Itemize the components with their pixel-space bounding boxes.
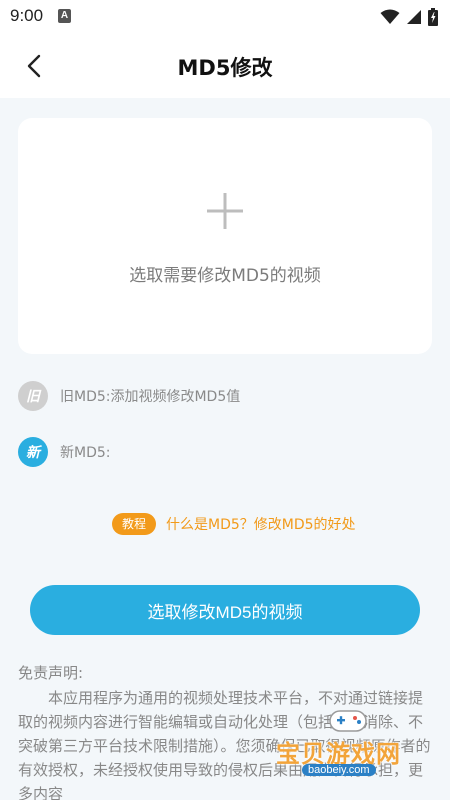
tutorial-link-text[interactable]: 什么是MD5？修改MD5的好处 <box>166 514 356 534</box>
select-video-card[interactable]: 选取需要修改MD5的视频 <box>18 118 432 354</box>
tutorial-badge: 教程 <box>112 513 157 535</box>
tutorial-link[interactable]: 教程 什么是MD5？修改MD5的好处 <box>112 513 356 535</box>
select-video-button[interactable]: 选取修改MD5的视频 <box>30 585 420 635</box>
status-icons <box>380 7 438 27</box>
new-md5-row: 新 新MD5: <box>18 437 110 467</box>
battery-icon <box>428 8 438 26</box>
status-bar: 9:00 A <box>0 0 450 34</box>
disclaimer-title: 免责声明: <box>18 664 84 682</box>
old-md5-badge: 旧 <box>18 381 48 411</box>
old-md5-text: 旧MD5:添加视频修改MD5值 <box>60 389 241 405</box>
plus-icon <box>207 193 243 229</box>
notification-icon: A <box>58 9 71 23</box>
select-video-label: 选取需要修改MD5的视频 <box>129 266 321 286</box>
watermark: 宝贝游戏网 baobeiy.com <box>272 700 422 785</box>
new-md5-badge: 新 <box>18 437 48 467</box>
new-md5-text: 新MD5: <box>60 445 111 461</box>
gamepad-icon <box>329 710 367 732</box>
status-time: 9:00 <box>10 6 44 25</box>
app-header: MD5修改 <box>0 34 450 98</box>
wifi-icon <box>380 9 400 24</box>
old-md5-row: 旧 旧MD5:添加视频修改MD5值 <box>18 381 240 411</box>
watermark-url: baobeiy.com <box>302 764 376 776</box>
signal-icon <box>407 10 421 24</box>
page-title: MD5修改 <box>177 56 273 80</box>
